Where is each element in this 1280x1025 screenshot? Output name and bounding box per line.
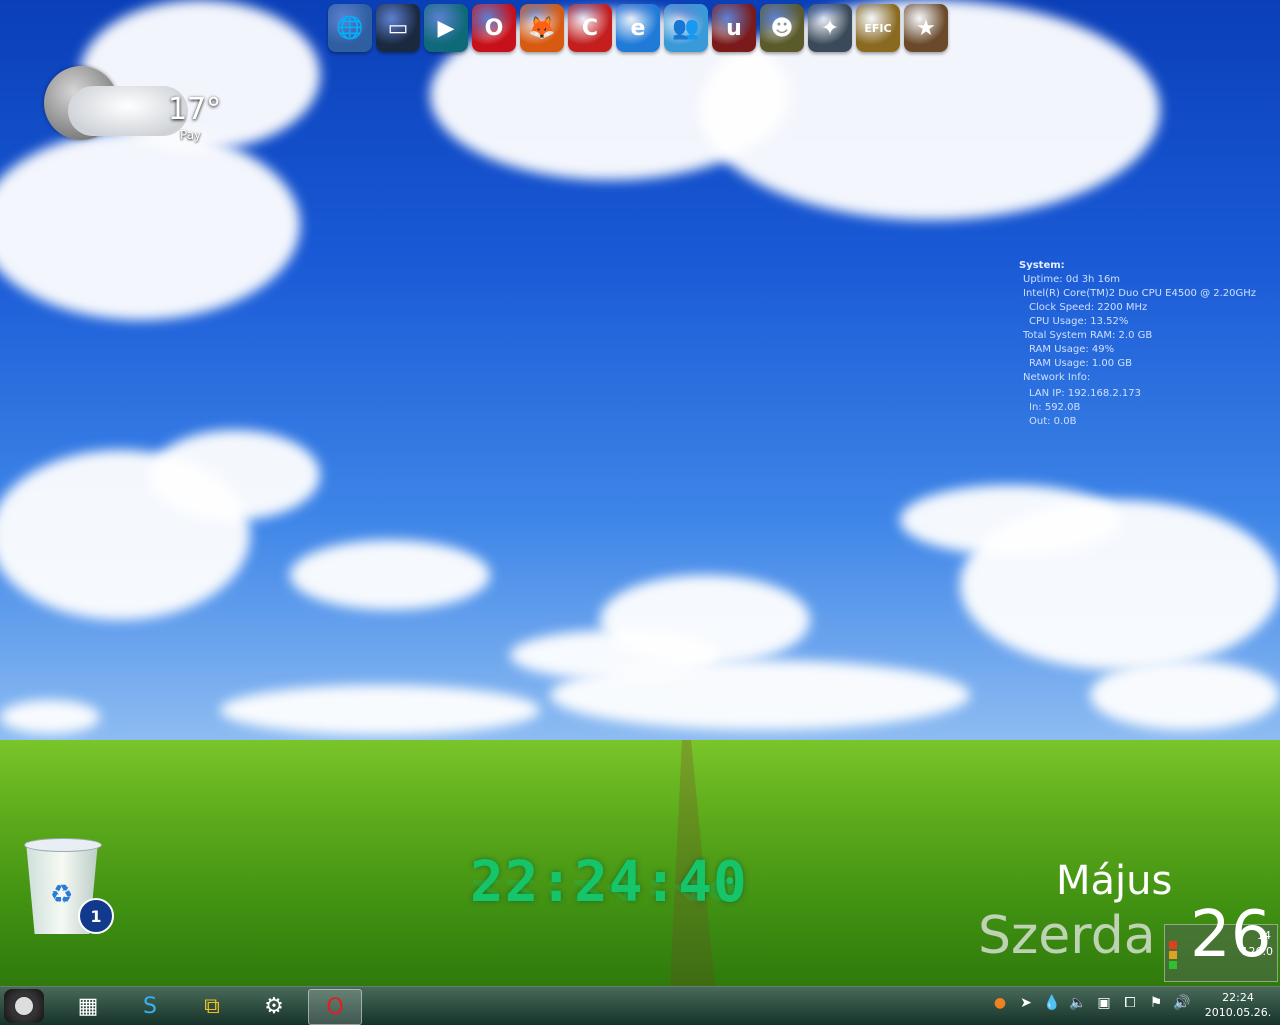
- recycle-bin[interactable]: ♻ 1: [22, 834, 114, 938]
- taskbar-clock[interactable]: 22:24 2010.05.26.: [1200, 990, 1276, 1020]
- weather-condition: Pay: [180, 128, 202, 142]
- tray-speaker-muted-icon[interactable]: 🔈: [1068, 995, 1088, 1011]
- taskbar-skype-button[interactable]: S: [124, 989, 176, 1023]
- sysinfo-line: CPU Usage: 13.52%: [1029, 316, 1129, 327]
- app-dock: 🌐 ▭ ▶ O 🦊 Ce 👥 u ☻ ✦ EFIC ★: [328, 4, 948, 56]
- sysinfo-line: Clock Speed: 2200 MHz: [1029, 302, 1148, 313]
- start-orb-icon: [12, 994, 36, 1018]
- sysinfo-line: In: 592.0B: [1029, 402, 1081, 413]
- sysinfo-line: Network Info:: [1023, 372, 1091, 383]
- dock-firefox-icon[interactable]: 🦊: [520, 4, 564, 52]
- taskbar-date: 2010.05.26.: [1204, 1006, 1272, 1019]
- recycle-icon: ♻: [50, 880, 74, 910]
- dock-crysis-icon[interactable]: ✦: [808, 4, 852, 52]
- taskbar: ▦ S ⧉ ⚙ O ● ➤ 💧 🔈 ▣ ⧠ ⚑ 🔊 22:24 2010.05.26.: [0, 986, 1280, 1025]
- recycle-bin-rim: [24, 838, 102, 852]
- sysinfo-line: RAM Usage: 49%: [1029, 344, 1115, 355]
- weather-gadget[interactable]: 17° Pay: [44, 64, 224, 154]
- sysinfo-line: Intel(R) Core(TM)2 Duo CPU E4500 @ 2.20G…: [1023, 288, 1257, 299]
- cloud: [0, 700, 100, 734]
- sysinfo-line: Uptime: 0d 3h 16m: [1023, 274, 1121, 285]
- dock-player-icon[interactable]: ▶: [424, 4, 468, 52]
- start-button[interactable]: [4, 989, 44, 1023]
- taskbar-control-panel-button[interactable]: ⚙: [248, 989, 300, 1023]
- calendar-weekday: Szerda: [978, 906, 1156, 966]
- dock-ccleaner-icon[interactable]: C: [568, 4, 612, 52]
- cloud: [220, 685, 540, 735]
- cloud: [0, 130, 300, 320]
- tray-device-icon[interactable]: ⧠: [1120, 995, 1140, 1011]
- cloud: [550, 660, 970, 730]
- meter-bars: [1169, 941, 1177, 975]
- sysinfo-header: System:: [1019, 260, 1065, 271]
- recycle-bin-badge: 1: [78, 898, 114, 934]
- dock-messenger-icon[interactable]: 👥: [664, 4, 708, 52]
- tray-app-icon[interactable]: ●: [990, 995, 1010, 1011]
- tray-network-icon[interactable]: ▣: [1094, 995, 1114, 1011]
- taskbar-vmware-button[interactable]: ⧉: [186, 989, 238, 1023]
- taskbar-opera-button[interactable]: O: [308, 989, 362, 1025]
- sysinfo-line: LAN IP: 192.168.2.173: [1029, 388, 1141, 399]
- digital-clock-reflection: 22:24:40: [470, 873, 740, 907]
- dock-opera-icon[interactable]: O: [472, 4, 516, 52]
- dock-grenade-icon[interactable]: ☻: [760, 4, 804, 52]
- dock-media-icon[interactable]: ▭: [376, 4, 420, 52]
- system-info-widget: System: Uptime: 0d 3h 16m Intel(R) Core(…: [1019, 259, 1256, 429]
- system-tray: ● ➤ 💧 🔈 ▣ ⧠ ⚑ 🔊: [990, 995, 1192, 1011]
- cloud: [290, 540, 490, 610]
- dock-gta-icon[interactable]: ★: [904, 4, 948, 52]
- tray-arrow-icon[interactable]: ➤: [1016, 995, 1036, 1011]
- cloud: [1090, 660, 1280, 730]
- taskbar-time: 22:24: [1222, 991, 1254, 1004]
- weather-temperature: 17°: [168, 92, 222, 127]
- calendar-day: 26: [1190, 898, 1272, 972]
- taskbar-windows-explorer-button[interactable]: ▦: [62, 989, 114, 1023]
- dock-efic-icon[interactable]: EFIC: [856, 4, 900, 52]
- sysinfo-line: Total System RAM: 2.0 GB: [1023, 330, 1153, 341]
- dock-unreal-icon[interactable]: u: [712, 4, 756, 52]
- tray-drop-icon[interactable]: 💧: [1042, 995, 1062, 1011]
- tray-volume-icon[interactable]: 🔊: [1172, 995, 1192, 1011]
- calendar-month: Május: [1056, 858, 1173, 904]
- dock-internet-explorer-icon[interactable]: e: [616, 4, 660, 52]
- dock-network-icon[interactable]: 🌐: [328, 4, 372, 52]
- sysinfo-line: RAM Usage: 1.00 GB: [1029, 358, 1132, 369]
- sysinfo-line: Out: 0.0B: [1029, 416, 1077, 427]
- cloud: [960, 500, 1280, 670]
- tray-flag-icon[interactable]: ⚑: [1146, 995, 1166, 1011]
- cloud: [150, 430, 320, 520]
